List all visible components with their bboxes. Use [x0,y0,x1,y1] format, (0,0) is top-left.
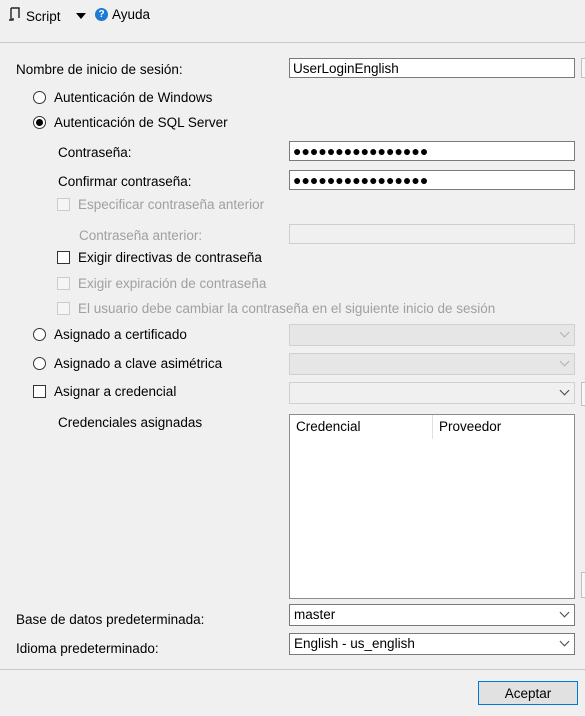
default-lang-label: Idioma predeterminado: [16,641,159,656]
chevron-down-icon [559,385,570,396]
scrollbar-edge [581,572,585,598]
sql-auth-radio[interactable] [33,116,46,129]
must-change-checkbox[interactable] [57,302,70,315]
default-db-value: master [294,607,336,622]
confirm-password-label: Confirmar contraseña: [58,174,192,189]
mapped-asym-key-radio[interactable] [33,357,46,370]
asym-key-select[interactable] [289,353,575,375]
scrollbar-edge [581,382,585,406]
default-lang-select[interactable]: English - us_english [289,633,575,655]
login-name-input[interactable]: UserLoginEnglish [289,58,575,78]
enforce-expiration-checkbox[interactable] [57,277,70,290]
credential-select[interactable] [289,382,575,404]
script-label: Script [26,8,61,24]
specify-old-password-checkbox[interactable] [57,198,70,211]
map-credential-checkbox[interactable] [33,385,46,398]
confirm-password-input[interactable]: ●●●●●●●●●●●●●●●● [289,170,575,190]
must-change-label: El usuario debe cambiar la contraseña en… [78,301,496,316]
cert-select[interactable] [289,324,575,346]
password-label: Contraseña: [58,145,132,160]
mapped-asym-key-label: Asignado a clave asimétrica [54,356,223,371]
chevron-down-icon [559,327,570,338]
enforce-policy-checkbox[interactable] [57,251,70,264]
grid-header-provider[interactable]: Proveedor [433,415,574,439]
script-button[interactable]: Script [8,7,61,25]
grid-header-credential[interactable]: Credencial [290,415,433,439]
chevron-down-icon [559,607,570,618]
chevron-down-icon [559,636,570,647]
enforce-policy-label: Exigir directivas de contraseña [78,250,262,265]
toolbar: Script ? Ayuda [0,0,585,43]
mapped-credentials-label: Credenciales asignadas [58,415,203,430]
map-credential-label: Asignar a credencial [54,384,177,399]
windows-auth-label: Autenticación de Windows [54,90,213,105]
chevron-down-icon [559,356,570,367]
windows-auth-radio[interactable] [33,91,46,104]
default-db-label: Base de datos predeterminada: [16,612,205,627]
login-name-label: Nombre de inicio de sesión: [16,62,183,77]
script-dropdown-arrow[interactable] [76,13,86,19]
help-icon: ? [95,8,108,21]
accept-button[interactable]: Aceptar [478,681,578,705]
mapped-credentials-grid[interactable]: Credencial Proveedor [289,414,575,599]
password-input[interactable]: ●●●●●●●●●●●●●●●● [289,141,575,161]
scrollbar-edge [581,58,585,78]
old-password-label: Contraseña anterior: [79,228,203,243]
enforce-expiration-label: Exigir expiración de contraseña [78,276,267,291]
default-db-select[interactable]: master [289,604,575,626]
sql-auth-label: Autenticación de SQL Server [54,115,228,130]
default-lang-value: English - us_english [294,636,415,651]
mapped-cert-label: Asignado a certificado [54,327,187,342]
help-label: Ayuda [112,7,151,22]
script-icon [8,7,22,25]
mapped-cert-radio[interactable] [33,328,46,341]
specify-old-password-label: Especificar contraseña anterior [78,197,265,212]
help-button[interactable]: ? Ayuda [95,7,150,22]
old-password-input[interactable] [289,224,575,244]
